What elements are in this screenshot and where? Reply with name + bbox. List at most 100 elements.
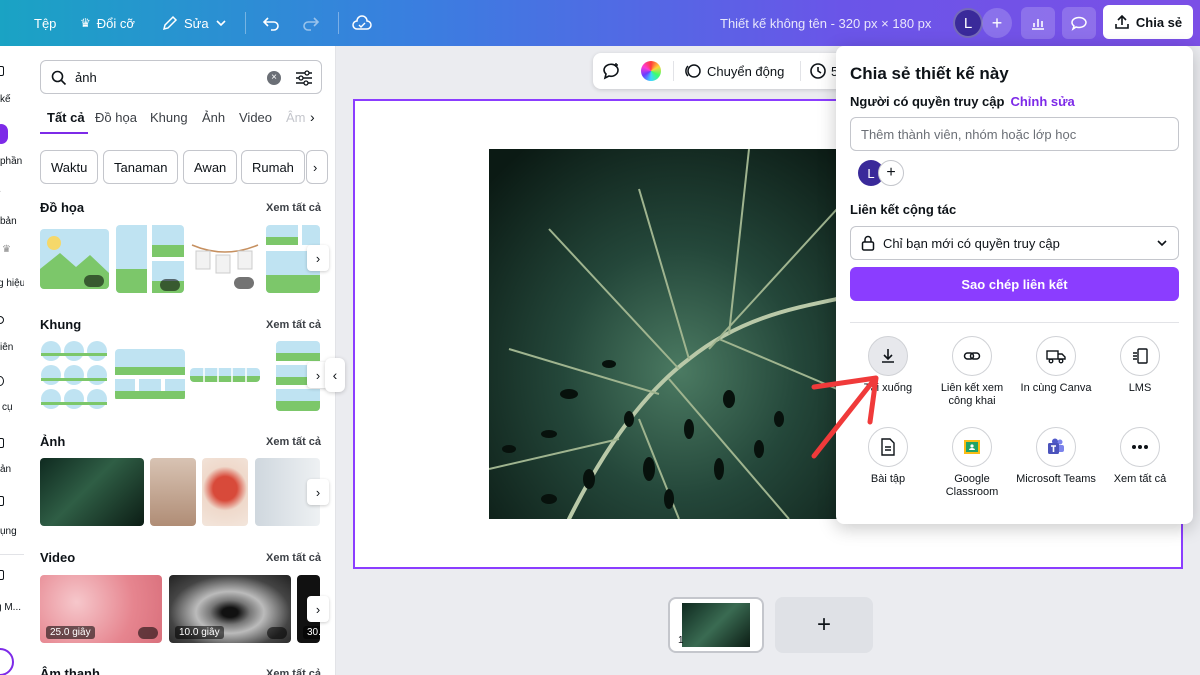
download-option[interactable]: Tải xuống xyxy=(846,336,930,395)
chip[interactable]: Awan xyxy=(183,150,238,184)
insights-button[interactable] xyxy=(1021,0,1055,46)
layout-icon xyxy=(0,66,4,76)
frame-thumbnail[interactable] xyxy=(190,368,260,382)
canvas-photo[interactable] xyxy=(489,149,837,519)
animate-button[interactable]: Chuyển động xyxy=(683,53,784,89)
video-thumbnail[interactable]: 25.0 giây xyxy=(40,575,162,643)
tab-graphics[interactable]: Đồ họa xyxy=(95,110,137,125)
top-bar: Tệp ♛ Đổi cỡ Sửa Thiết kế không tên - 32… xyxy=(0,0,1200,46)
public-view-link-option[interactable]: Liên kết xem công khai xyxy=(930,336,1014,408)
invite-button[interactable]: + xyxy=(982,0,1012,46)
redo-button[interactable] xyxy=(302,0,320,46)
chips-next-button[interactable]: › xyxy=(306,150,328,184)
comments-button[interactable] xyxy=(1062,0,1096,46)
tab-all[interactable]: Tất cả xyxy=(47,110,85,125)
category-tabs: Tất cả Đồ họa Khung Ảnh Video Âm › xyxy=(40,108,330,134)
see-all-link[interactable]: Xem tất cả xyxy=(266,552,321,564)
assignment-option[interactable]: Bài tập xyxy=(846,427,930,486)
print-option[interactable]: In cùng Canva xyxy=(1014,336,1098,395)
chip-label: Rumah xyxy=(252,159,294,175)
copy-link-button[interactable]: Sao chép liên kết xyxy=(850,267,1179,301)
section-title-photos: Ảnh xyxy=(40,434,66,449)
video-duration: 30. xyxy=(303,626,320,639)
google-classroom-option[interactable]: Google Classroom xyxy=(930,427,1014,499)
color-wheel-icon[interactable] xyxy=(641,61,661,81)
undo-button[interactable] xyxy=(262,0,280,46)
option-label: Xem tất cả xyxy=(1113,473,1167,485)
text-icon: · xyxy=(0,186,1,197)
tab-videos[interactable]: Video xyxy=(239,110,272,125)
carousel-next-button[interactable]: › xyxy=(307,479,329,505)
more-icon xyxy=(1120,427,1160,467)
photo-thumbnail[interactable] xyxy=(202,458,248,526)
graphic-thumbnail[interactable] xyxy=(190,237,260,291)
animate-label: Chuyển động xyxy=(707,63,785,79)
access-label: Người có quyền truy cập xyxy=(850,94,1005,109)
filter-icon[interactable] xyxy=(295,70,313,86)
timer-button[interactable]: 5 xyxy=(809,53,838,89)
see-all-link[interactable]: Xem tất cả xyxy=(266,202,321,214)
chip[interactable]: Tanaman xyxy=(103,150,179,184)
page-number: 1 xyxy=(678,635,684,646)
resize-button[interactable]: ♛ Đổi cỡ xyxy=(80,0,135,46)
active-tab-indicator xyxy=(40,132,88,134)
see-all-options[interactable]: Xem tất cả xyxy=(1098,427,1182,486)
edit-access-link[interactable]: Chỉnh sửa xyxy=(1010,94,1074,109)
search-input[interactable]: ảnh xyxy=(75,70,97,85)
tools-icon xyxy=(0,376,4,386)
ai-sparkle-icon[interactable] xyxy=(601,62,621,80)
undo-icon xyxy=(262,17,279,31)
option-label: Liên kết xem công khai xyxy=(940,382,1004,407)
chevron-right-icon[interactable]: › xyxy=(310,109,315,125)
chip[interactable]: Waktu xyxy=(40,150,99,184)
lms-option[interactable]: LMS xyxy=(1098,336,1182,395)
plus-icon: + xyxy=(886,164,896,181)
file-menu-label: Tệp xyxy=(34,15,57,31)
see-all-link[interactable]: Xem tất cả xyxy=(266,668,321,675)
divider xyxy=(800,61,801,81)
cloud-save-status[interactable] xyxy=(352,0,372,46)
document-title[interactable]: Thiết kế không tên - 320 px × 180 px xyxy=(720,0,931,46)
help-icon[interactable] xyxy=(0,648,14,675)
add-page-button[interactable]: + xyxy=(775,597,873,653)
file-menu[interactable]: Tệp xyxy=(34,0,56,46)
photo-thumbnail[interactable] xyxy=(150,458,196,526)
frame-thumbnail[interactable] xyxy=(40,341,108,411)
access-level-value: Chỉ bạn mới có quyền truy cập xyxy=(883,235,1060,251)
carousel-next-button[interactable]: › xyxy=(307,245,329,271)
see-all-link[interactable]: Xem tất cả xyxy=(266,319,321,331)
chevron-right-icon: › xyxy=(313,159,318,175)
document-title-text: Thiết kế không tên - 320 px × 180 px xyxy=(720,15,932,31)
pro-badge-icon xyxy=(160,279,180,291)
invite-input[interactable]: Thêm thành viên, nhóm hoặc lớp học xyxy=(850,117,1179,151)
plus-icon: + xyxy=(982,8,1012,38)
page-thumbnail[interactable]: 1 xyxy=(668,597,764,653)
share-button[interactable]: Chia sẻ xyxy=(1103,5,1193,39)
access-level-select[interactable]: Chỉ bạn mới có quyền truy cập xyxy=(850,226,1179,260)
tab-photos[interactable]: Ảnh xyxy=(202,110,225,125)
carousel-next-button[interactable]: › xyxy=(307,596,329,622)
chip[interactable]: Rumah xyxy=(241,150,305,184)
add-member-button[interactable]: + xyxy=(878,160,904,186)
tab-frames[interactable]: Khung xyxy=(150,110,188,125)
pencil-icon xyxy=(162,15,178,31)
graphic-thumbnail[interactable] xyxy=(116,225,184,293)
user-avatar[interactable]: L xyxy=(953,0,983,46)
photo-thumbnail[interactable] xyxy=(40,458,144,526)
edit-menu[interactable]: Sửa xyxy=(162,0,227,46)
share-dialog: Chia sẻ thiết kế này Người có quyền truy… xyxy=(836,46,1193,524)
animate-icon xyxy=(685,64,701,78)
clock-icon xyxy=(810,63,826,79)
brand-icon: ♛ xyxy=(2,244,11,255)
microsoft-teams-option[interactable]: Microsoft Teams xyxy=(1014,427,1098,486)
frame-thumbnail[interactable] xyxy=(115,349,185,401)
collapse-panel-button[interactable]: ‹ xyxy=(325,358,345,392)
clear-icon[interactable]: × xyxy=(267,71,281,85)
graphic-thumbnail[interactable] xyxy=(40,229,109,289)
video-thumbnail[interactable]: 10.0 giây xyxy=(169,575,291,643)
see-all-link[interactable]: Xem tất cả xyxy=(266,436,321,448)
tab-audio[interactable]: Âm xyxy=(286,110,306,125)
search-box[interactable]: ảnh × xyxy=(40,60,322,94)
video-duration: 10.0 giây xyxy=(175,626,224,639)
lms-icon xyxy=(1120,336,1160,376)
